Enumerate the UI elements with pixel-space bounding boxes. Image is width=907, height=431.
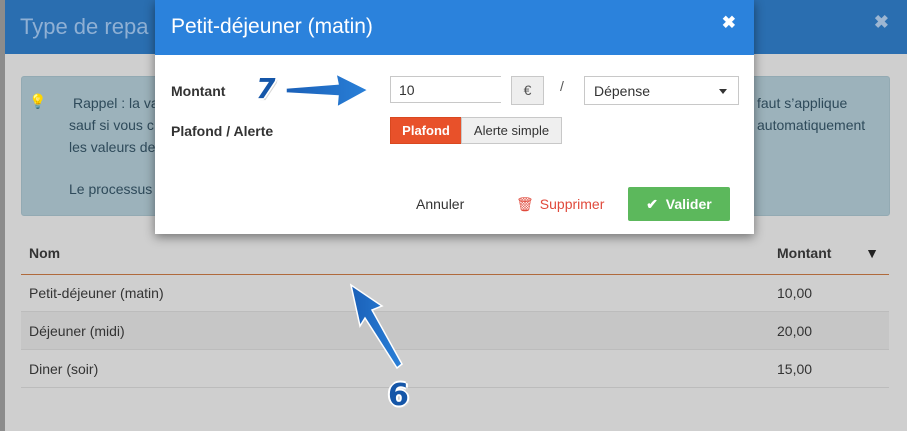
row-amount: 15,00 bbox=[777, 361, 813, 377]
delete-button[interactable]: 🗑 Supprimer bbox=[516, 196, 604, 213]
dialog-header: Petit-déjeuner (matin) ✖ bbox=[155, 0, 754, 55]
validate-button[interactable]: ✔ Valider bbox=[628, 187, 730, 221]
alert-line-2: sauf si vous c bbox=[69, 117, 154, 133]
edit-meal-dialog: Petit-déjeuner (matin) ✖ Montant Plafond… bbox=[155, 0, 754, 234]
annotation-step-6: 6 bbox=[388, 378, 409, 413]
chevron-down-icon bbox=[719, 89, 727, 94]
filter-icon[interactable]: ▼ bbox=[865, 245, 879, 261]
type-select-value: Dépense bbox=[594, 83, 651, 99]
toggle-plafond[interactable]: Plafond bbox=[390, 117, 462, 144]
table-row[interactable]: Déjeuner (midi) 20,00 bbox=[21, 312, 889, 350]
cancel-button[interactable]: Annuler bbox=[416, 196, 464, 212]
threshold-label: Plafond / Alerte bbox=[171, 123, 274, 139]
row-amount: 10,00 bbox=[777, 285, 813, 301]
alert-line-right-2: automatiquement bbox=[757, 117, 866, 133]
amount-label: Montant bbox=[171, 83, 226, 99]
close-icon[interactable]: ✖ bbox=[722, 13, 736, 33]
dialog-title: Petit-déjeuner (matin) bbox=[171, 15, 373, 38]
alert-line-4: Le processus bbox=[69, 181, 153, 197]
column-header-name[interactable]: Nom bbox=[29, 245, 60, 261]
lightbulb-icon: 💡 bbox=[29, 93, 47, 109]
row-name: Déjeuner (midi) bbox=[29, 323, 125, 339]
validate-button-label: Valider bbox=[665, 196, 712, 212]
row-name: Diner (soir) bbox=[29, 361, 99, 377]
table-row[interactable]: Diner (soir) 15,00 bbox=[21, 350, 889, 388]
table-header: Nom Montant ▼ bbox=[21, 238, 889, 275]
delete-button-label: Supprimer bbox=[539, 196, 605, 212]
close-icon[interactable]: ✖ bbox=[874, 12, 889, 33]
row-amount: 20,00 bbox=[777, 323, 813, 339]
toggle-alerte-simple[interactable]: Alerte simple bbox=[461, 117, 562, 144]
separator: / bbox=[560, 78, 564, 94]
type-select[interactable]: Dépense bbox=[584, 76, 739, 105]
table-row[interactable]: Petit-déjeuner (matin) 10,00 bbox=[21, 274, 889, 312]
amount-input[interactable] bbox=[390, 76, 501, 103]
alert-line-3: les valeurs de bbox=[69, 139, 156, 155]
column-header-amount[interactable]: Montant bbox=[777, 245, 831, 261]
alert-line-1: Rappel : la va bbox=[73, 95, 159, 111]
background-modal-title: Type de repa bbox=[20, 14, 149, 39]
trash-icon: 🗑 bbox=[516, 196, 534, 212]
currency-addon: € bbox=[511, 76, 544, 105]
alert-line-right-1: faut s’applique bbox=[757, 95, 848, 111]
check-icon: ✔ bbox=[646, 196, 659, 212]
row-name: Petit-déjeuner (matin) bbox=[29, 285, 164, 301]
annotation-step-7: 7 bbox=[256, 72, 276, 105]
